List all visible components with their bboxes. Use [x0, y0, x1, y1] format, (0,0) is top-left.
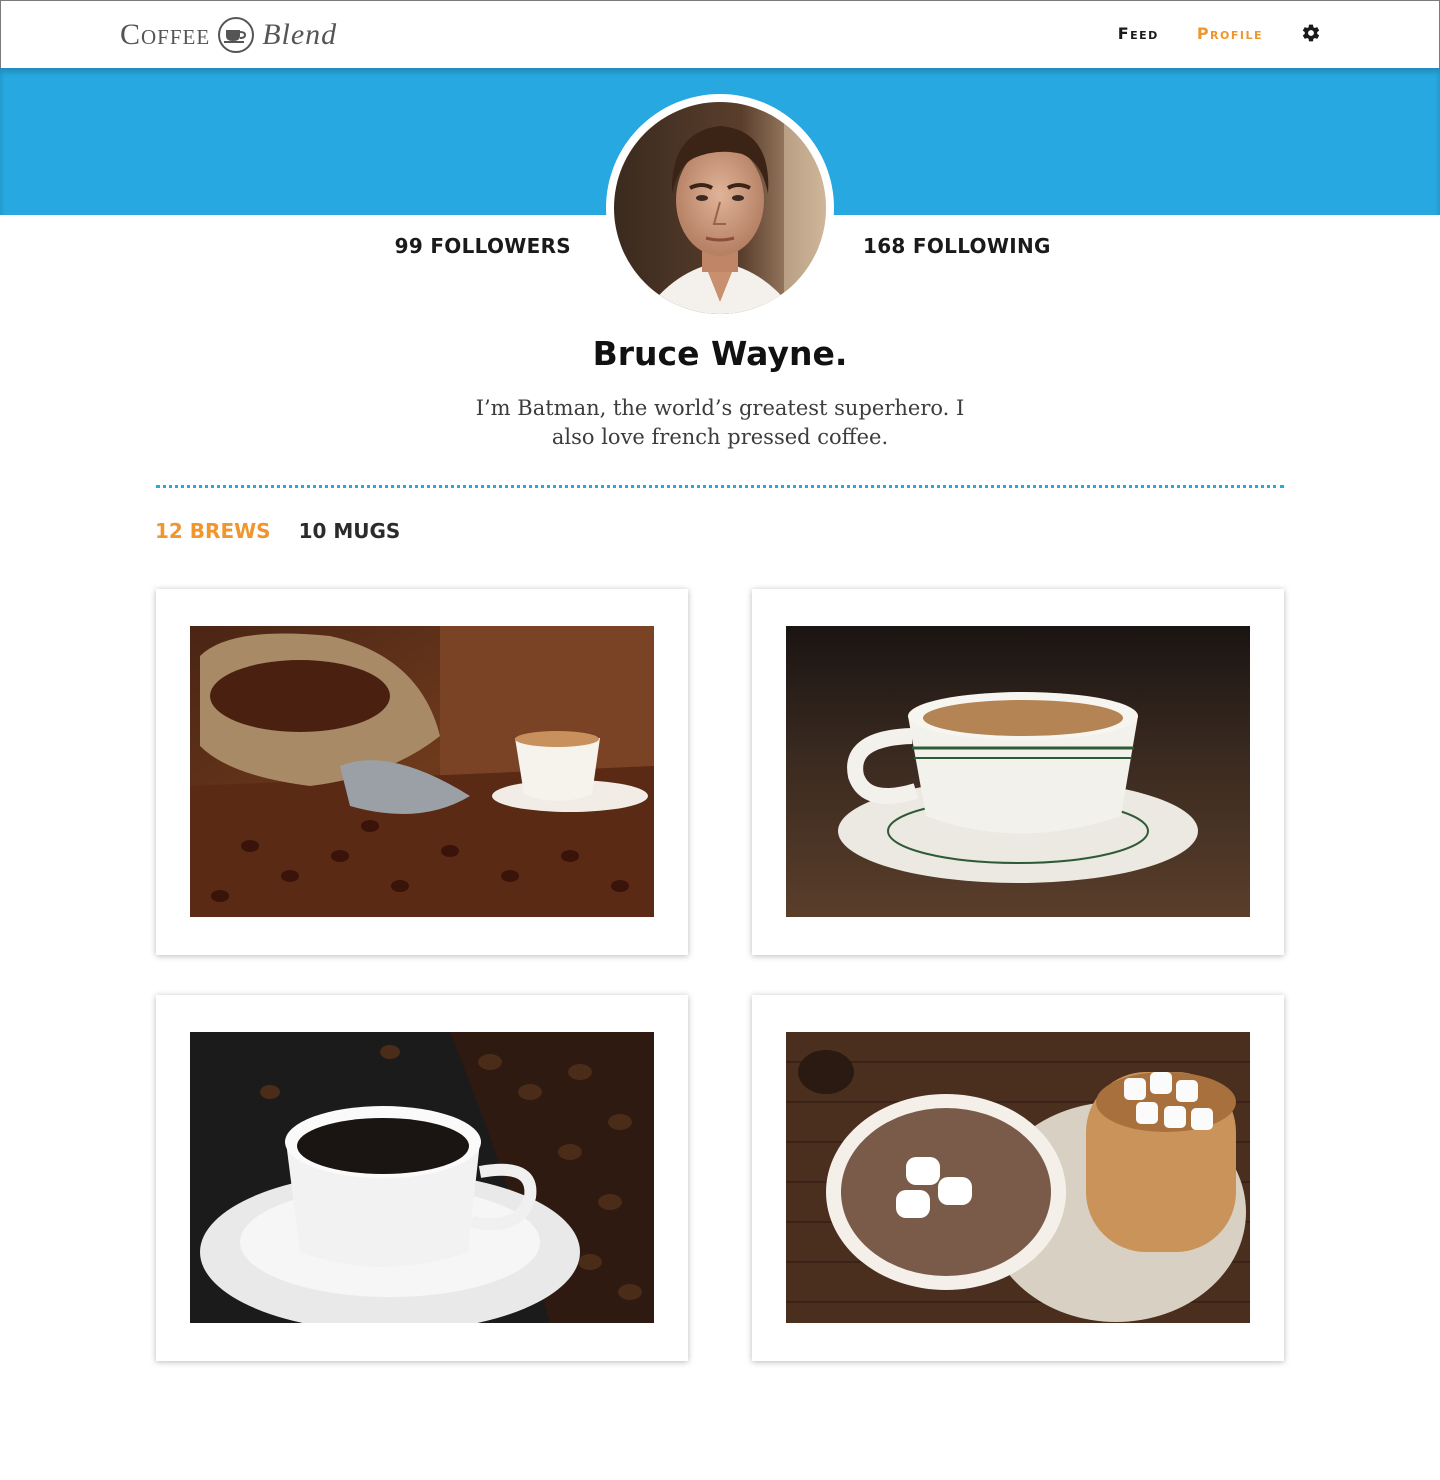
section-divider [156, 485, 1284, 488]
brew-card[interactable] [156, 995, 688, 1361]
brew-card[interactable] [752, 995, 1284, 1361]
brew-card[interactable] [156, 589, 688, 955]
nav-profile[interactable]: Profile [1197, 24, 1263, 43]
top-navigation-bar: Coffee Blend Feed Profile [0, 0, 1440, 68]
brew-card[interactable] [752, 589, 1284, 955]
coffee-cup-icon [218, 17, 255, 53]
tab-mugs[interactable]: 10 Mugs [299, 519, 401, 543]
avatar-frame [606, 94, 834, 322]
brew-photo [190, 1032, 654, 1323]
brew-photo [786, 626, 1250, 917]
nav-feed[interactable]: Feed [1118, 24, 1159, 43]
gear-icon[interactable] [1301, 23, 1321, 43]
main-nav: Feed Profile [1118, 23, 1321, 43]
logo-text-coffee: Coffee [120, 18, 211, 51]
brew-photo [190, 626, 654, 917]
brand-logo[interactable]: Coffee Blend [120, 15, 337, 55]
brew-photo [786, 1032, 1250, 1323]
profile-avatar[interactable] [614, 102, 826, 314]
logo-text-blend: Blend [262, 18, 338, 51]
profile-name: Bruce Wayne. [592, 334, 848, 373]
following-count[interactable]: 168 Following [863, 234, 1051, 258]
followers-count[interactable]: 99 Followers [395, 234, 571, 258]
profile-bio: I’m Batman, the world’s greatest superhe… [475, 396, 965, 449]
content-tabs: 12 Brews 10 Mugs [155, 519, 400, 543]
tab-brews[interactable]: 12 Brews [155, 519, 271, 543]
